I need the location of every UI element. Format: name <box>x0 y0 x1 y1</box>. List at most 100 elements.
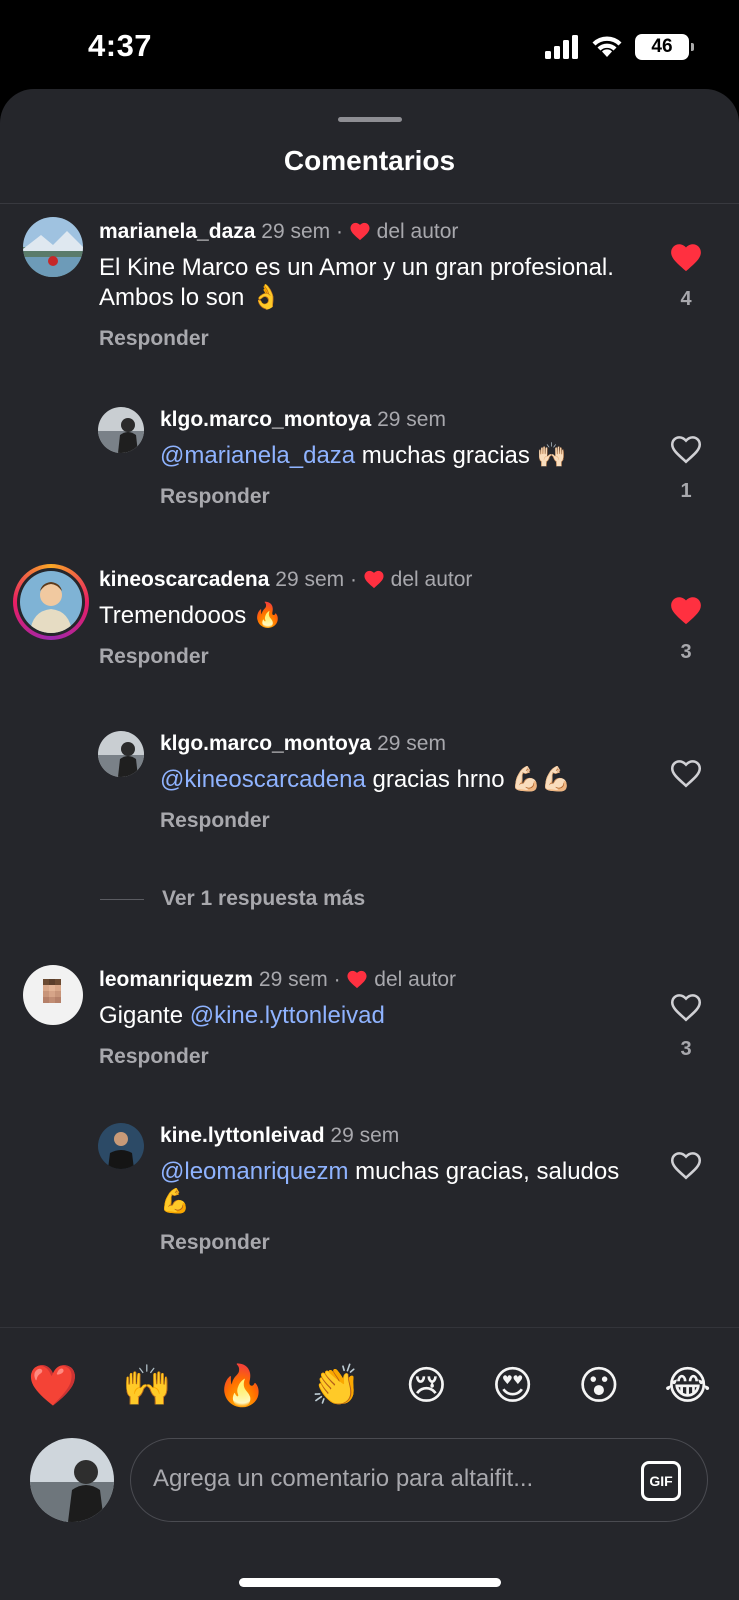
comment-username[interactable]: marianela_daza <box>99 220 255 243</box>
reply-button[interactable]: Responder <box>160 1231 270 1255</box>
reply-button[interactable]: Responder <box>160 485 270 509</box>
comment-text: @kineoscarcadena gracias hrno 💪🏻💪🏻 <box>160 765 650 795</box>
comment-time: 29 sem <box>275 568 345 591</box>
comment-header: klgo.marco_montoya 29 sem <box>160 731 650 757</box>
sheet-grabber[interactable] <box>338 117 402 122</box>
avatar[interactable] <box>98 731 144 777</box>
like-button[interactable]: 3 <box>666 594 706 664</box>
comment-body: klgo.marco_montoya 29 sem @kineoscarcade… <box>160 731 650 833</box>
avatar[interactable] <box>23 217 83 277</box>
view-more-replies[interactable]: Ver 1 respuesta más <box>100 887 365 911</box>
avatar-story-ring[interactable] <box>13 564 89 640</box>
comment-header: kineoscarcadena 29 sem · del autor <box>99 568 473 591</box>
like-button[interactable] <box>666 757 706 794</box>
comment-input-placeholder: Agrega un comentario para altaifit... <box>153 1465 534 1492</box>
heart-filled-icon <box>671 244 701 272</box>
home-indicator[interactable] <box>239 1578 501 1587</box>
comment-text: @marianela_daza muchas gracias 🙌🏻 <box>160 441 650 471</box>
mention-link[interactable]: @leomanriquezm <box>160 1158 348 1185</box>
heart-outline-icon <box>670 760 702 788</box>
more-replies-line <box>100 898 144 900</box>
like-count: 4 <box>680 288 692 310</box>
heart-filled-icon <box>671 597 701 625</box>
status-time: 4:37 <box>88 28 153 63</box>
comment-input[interactable]: Agrega un comentario para altaifit... GI… <box>130 1438 708 1522</box>
comment-username[interactable]: kineoscarcadena <box>99 568 269 591</box>
heart-outline-icon <box>670 436 702 464</box>
signal-icon <box>545 35 578 59</box>
emoji-button[interactable]: 😂 <box>664 1362 711 1410</box>
like-count: 3 <box>680 641 692 663</box>
status-icons: 46 <box>545 34 694 60</box>
comment-username[interactable]: klgo.marco_montoya <box>160 408 371 431</box>
comment-text-content: gracias hrno 💪🏻💪🏻 <box>365 766 571 793</box>
comment-username[interactable]: kine.lyttonleivad <box>160 1124 325 1147</box>
heart-outline-icon <box>670 994 702 1022</box>
reply-button[interactable]: Responder <box>99 327 209 351</box>
comment-header: leomanriquezm 29 sem · del autor <box>99 968 457 991</box>
emoji-button[interactable]: 🙌 <box>122 1362 172 1410</box>
mention-link[interactable]: @kine.lyttonleivad <box>190 1002 385 1029</box>
comment-header: klgo.marco_montoya 29 sem <box>160 407 650 433</box>
emoji-button[interactable]: ❤️ <box>28 1362 78 1410</box>
comment-time: 29 sem <box>261 220 331 243</box>
emoji-button[interactable]: 😮 <box>578 1362 620 1410</box>
more-replies-label: Ver 1 respuesta más <box>162 887 366 910</box>
emoji-button[interactable]: 🔥 <box>217 1362 267 1410</box>
like-button[interactable]: 4 <box>666 241 706 311</box>
comment-body: klgo.marco_montoya 29 sem @marianela_daz… <box>160 407 650 509</box>
status-bar: 4:37 46 <box>0 0 739 95</box>
comment-text: @leomanriquezm muchas gracias, saludos 💪 <box>160 1157 630 1217</box>
wifi-icon <box>592 36 622 57</box>
like-button[interactable] <box>666 1149 706 1186</box>
author-like-label: del autor <box>374 968 457 991</box>
sheet-title: Comentarios <box>283 145 456 176</box>
comment-text: Tremendooos 🔥 <box>99 602 283 629</box>
emoji-bar: ❤️ 🙌 🔥 👏 😢 😍 😮 😂 <box>28 1362 711 1410</box>
comment-text: Gigante @kine.lyttonleivad <box>99 1001 644 1031</box>
composer-area: ❤️ 🙌 🔥 👏 😢 😍 😮 😂 Agrega un comentario pa… <box>0 1327 739 1600</box>
avatar[interactable] <box>98 1123 144 1169</box>
comments-sheet: Comentarios marianela_daza 29 sem · del … <box>0 89 739 1600</box>
mention-link[interactable]: @kineoscarcadena <box>160 766 366 793</box>
comment-time: 29 sem <box>377 408 446 431</box>
like-button[interactable]: 3 <box>666 991 706 1061</box>
avatar[interactable] <box>23 965 83 1025</box>
title-divider <box>0 203 739 204</box>
comment-username[interactable]: leomanriquezm <box>99 968 253 991</box>
comment-time: 29 sem <box>330 1124 400 1147</box>
like-count: 1 <box>680 480 692 502</box>
battery-level: 46 <box>651 36 673 57</box>
comment-body: kine.lyttonleivad 29 sem @leomanriquezm … <box>160 1123 630 1255</box>
mention-link[interactable]: @marianela_daza <box>160 442 355 469</box>
comment-username[interactable]: klgo.marco_montoya <box>160 732 371 755</box>
avatar[interactable] <box>98 407 144 453</box>
battery-icon: 46 <box>635 34 694 60</box>
author-heart-icon <box>350 222 370 241</box>
reply-button[interactable]: Responder <box>99 645 209 669</box>
comment-text-content: muchas gracias 🙌🏻 <box>355 442 567 469</box>
emoji-button[interactable]: 👏 <box>311 1362 361 1410</box>
comment-text: El Kine Marco es un Amor y un gran profe… <box>99 254 614 311</box>
author-heart-icon <box>364 570 384 589</box>
comment-time: 29 sem <box>258 968 328 991</box>
author-like-label: del autor <box>376 220 459 243</box>
like-button[interactable]: 1 <box>666 433 706 503</box>
reply-button[interactable]: Responder <box>99 1045 209 1069</box>
comment-body: kineoscarcadena 29 sem · del autor Treme… <box>99 567 644 669</box>
comment-body: marianela_daza 29 sem · del autor El Kin… <box>99 219 644 351</box>
gif-icon[interactable]: GIF <box>641 1461 681 1501</box>
comment-text-content: Gigante <box>99 1002 190 1029</box>
author-heart-icon <box>347 970 367 989</box>
current-user-avatar <box>30 1438 114 1522</box>
author-like-label: del autor <box>390 568 473 591</box>
heart-outline-icon <box>670 1152 702 1180</box>
comment-time: 29 sem <box>377 732 446 755</box>
comment-header: marianela_daza 29 sem · del autor <box>99 220 459 243</box>
reply-button[interactable]: Responder <box>160 809 270 833</box>
comment-body: leomanriquezm 29 sem · del autor Gigante… <box>99 967 644 1069</box>
emoji-button[interactable]: 😢 <box>405 1362 447 1410</box>
comment-header: kine.lyttonleivad 29 sem <box>160 1123 630 1149</box>
like-count: 3 <box>680 1038 692 1060</box>
emoji-button[interactable]: 😍 <box>492 1362 534 1410</box>
